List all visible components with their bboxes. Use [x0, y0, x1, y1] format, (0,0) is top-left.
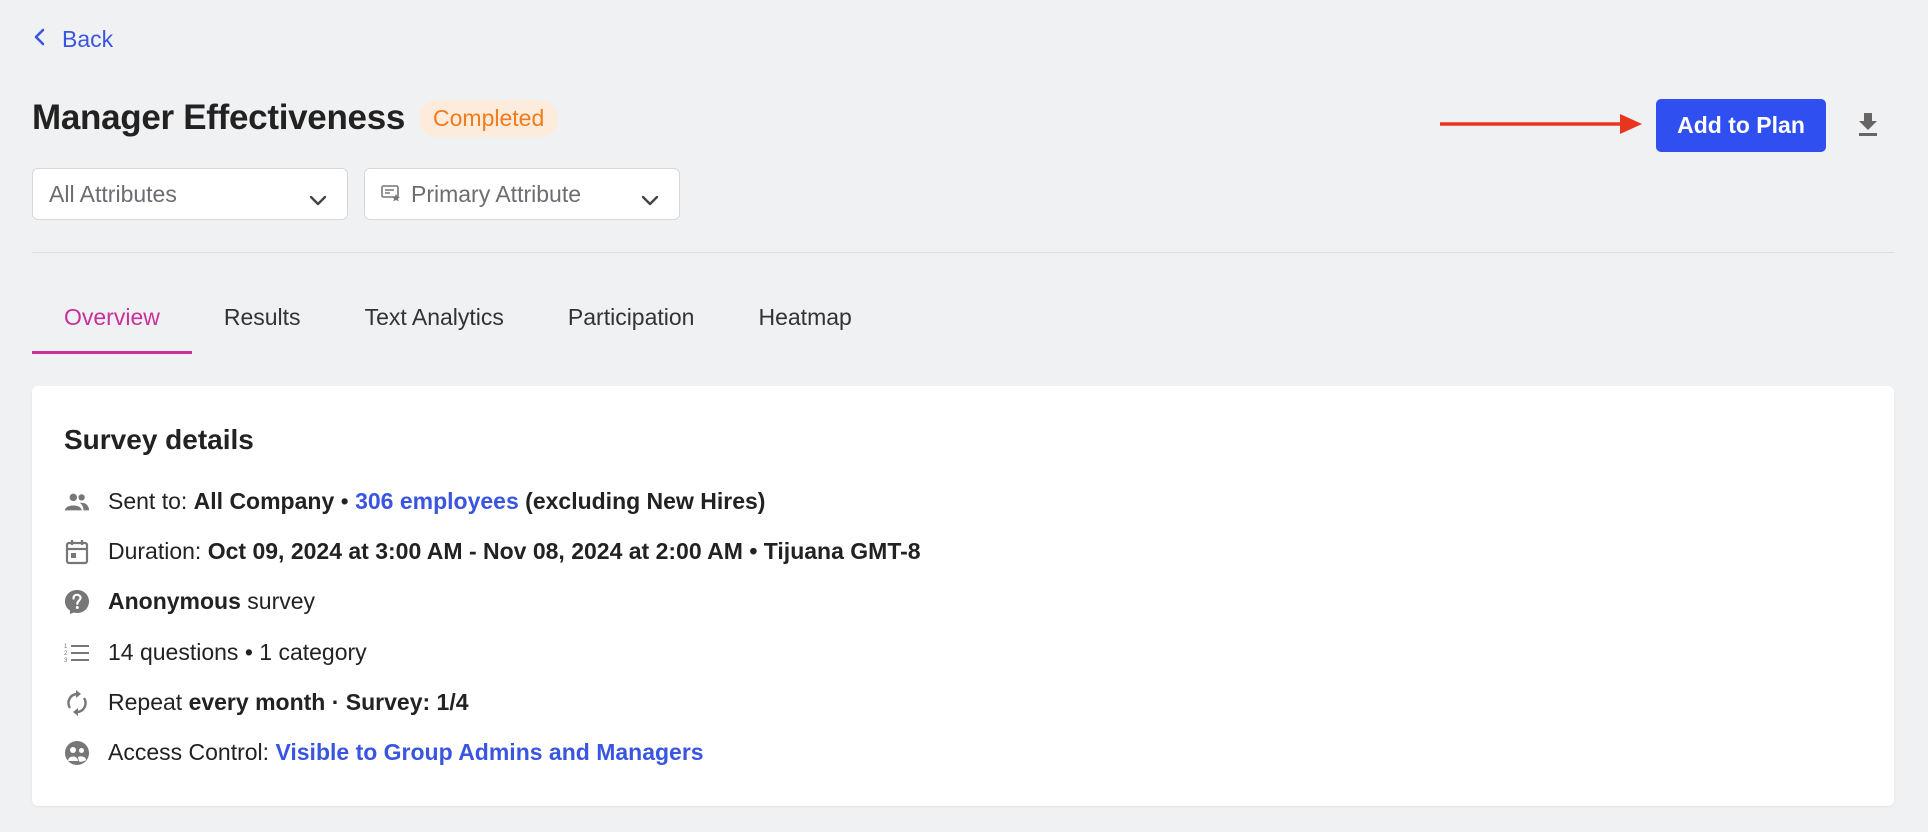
calendar-icon [64, 539, 90, 565]
detail-questions: 1 2 3 14 questions • 1 category [64, 639, 367, 666]
svg-text:3: 3 [64, 658, 68, 664]
detail-anonymous: Anonymous survey [64, 588, 315, 615]
access-control-link[interactable]: Visible to Group Admins and Managers [275, 739, 703, 766]
back-label: Back [62, 26, 114, 52]
survey-details-card: Survey details Sent to: All Company • 30… [32, 386, 1894, 806]
status-badge: Completed [419, 99, 559, 137]
attributes-dropdown-value: All Attributes [49, 180, 177, 207]
header-divider [32, 252, 1894, 253]
svg-text:2: 2 [64, 651, 68, 657]
detail-sent-to: Sent to: All Company • 306 employees (ex… [64, 488, 765, 515]
chevron-down-icon [309, 187, 327, 214]
chevron-down-icon [641, 187, 659, 214]
annotation-arrow [1440, 114, 1642, 134]
tab-participation[interactable]: Participation [536, 296, 727, 354]
add-to-plan-button[interactable]: Add to Plan [1656, 99, 1826, 152]
primary-attribute-dropdown[interactable]: Primary Attribute [364, 168, 680, 220]
anonymous-icon [64, 589, 90, 615]
detail-repeat: Repeat every month · Survey: 1/4 [64, 689, 469, 716]
tab-overview[interactable]: Overview [32, 296, 192, 354]
list-icon: 1 2 3 [64, 640, 90, 666]
attributes-dropdown[interactable]: All Attributes [32, 168, 348, 220]
tab-heatmap[interactable]: Heatmap [726, 296, 883, 354]
repeat-icon [64, 689, 90, 716]
chevron-left-icon [32, 26, 48, 53]
download-icon[interactable] [1856, 111, 1880, 142]
tab-text-analytics[interactable]: Text Analytics [333, 296, 536, 354]
access-control-icon [64, 740, 90, 766]
page-title: Manager Effectiveness [32, 98, 406, 137]
employees-link[interactable]: 306 employees [355, 488, 519, 515]
people-icon [64, 489, 90, 515]
svg-text:1: 1 [64, 644, 68, 650]
detail-duration: Duration: Oct 09, 2024 at 3:00 AM - Nov … [64, 538, 921, 565]
primary-attribute-icon [381, 181, 401, 208]
card-title: Survey details [64, 424, 254, 455]
detail-access-control: Access Control: Visible to Group Admins … [64, 739, 704, 766]
tab-bar: Overview Results Text Analytics Particip… [32, 296, 884, 354]
back-link[interactable]: Back [32, 26, 113, 53]
tab-results[interactable]: Results [192, 296, 333, 354]
primary-attribute-value: Primary Attribute [411, 180, 581, 207]
page-header: Manager Effectiveness Completed [32, 98, 559, 138]
